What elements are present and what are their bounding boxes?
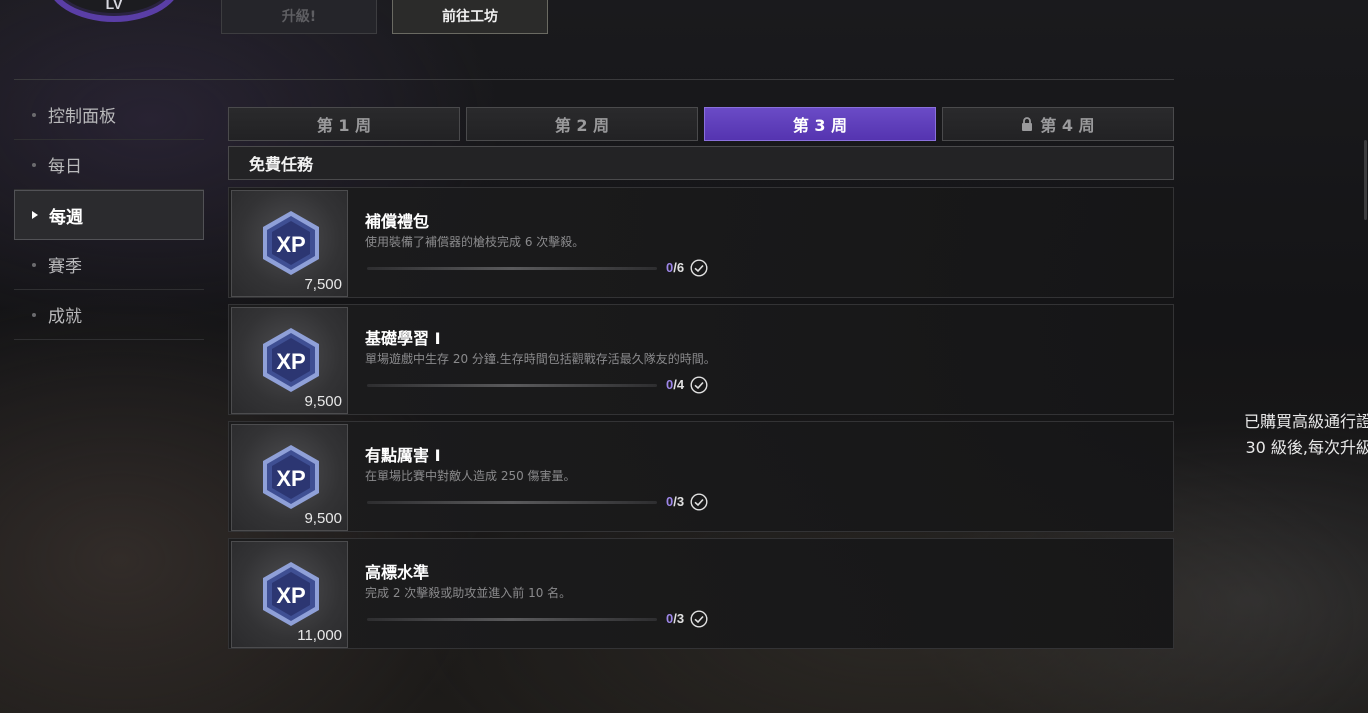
premium-pass-info: 已購買高級通行證 30 級後,每次升級 xyxy=(1232,409,1368,461)
progress-text: 0/3 xyxy=(666,494,684,509)
progress-total: /3 xyxy=(673,611,685,626)
tab-week-1[interactable]: 第 1 周 xyxy=(228,107,460,141)
svg-text:XP: XP xyxy=(276,232,305,257)
mission-card[interactable]: XP 9,500 基礎學習 I 單場遊戲中生存 20 分鐘.生存時間包括觀戰存活… xyxy=(228,304,1174,415)
progress-total: /6 xyxy=(673,260,685,275)
progress-text: 0/4 xyxy=(666,377,684,392)
premium-pass-info-line2: 30 級後,每次升級 xyxy=(1245,438,1368,457)
progress-bar xyxy=(367,501,657,504)
reward-box: XP 9,500 xyxy=(231,307,348,414)
sidebar-item-label: 每週 xyxy=(49,207,83,228)
progress-total: /3 xyxy=(673,494,685,509)
upgrade-button[interactable]: 升級! xyxy=(221,0,377,34)
header-divider xyxy=(14,79,1174,80)
mission-title: 有點厲害 I xyxy=(365,446,441,465)
premium-pass-info-line1: 已購買高級通行證 xyxy=(1243,412,1368,431)
tab-label: 第 4 周 xyxy=(1040,116,1095,135)
reward-amount: 9,500 xyxy=(304,393,342,410)
tab-label: 第 2 周 xyxy=(554,116,610,135)
xp-icon: XP xyxy=(263,445,319,509)
bullet-icon xyxy=(32,263,36,267)
mission-description: 在單場比賽中對敵人造成 250 傷害量。 xyxy=(365,469,576,483)
mission-card[interactable]: XP 7,500 補償禮包 使用裝備了補償器的槍枝完成 6 次擊殺。 0/6 xyxy=(228,187,1174,298)
section-title: 免費任務 xyxy=(249,155,314,174)
reward-box: XP 9,500 xyxy=(231,424,348,531)
reward-amount: 9,500 xyxy=(304,510,342,527)
sidebar-item-daily[interactable]: 每日 xyxy=(14,140,204,190)
reward-box: XP 11,000 xyxy=(231,541,348,648)
reward-amount: 7,500 xyxy=(304,276,342,293)
sidebar-item-dashboard[interactable]: 控制面板 xyxy=(14,90,204,140)
tab-label: 第 3 周 xyxy=(792,116,848,135)
check-circle-icon xyxy=(690,493,708,511)
section-header: 免費任務 xyxy=(228,146,1174,180)
xp-icon: XP xyxy=(263,328,319,392)
level-badge: LV xyxy=(46,0,182,22)
reward-box: XP 7,500 xyxy=(231,190,348,297)
lock-icon xyxy=(1022,117,1033,131)
progress-text: 0/6 xyxy=(666,260,684,275)
xp-icon: XP xyxy=(263,211,319,275)
sidebar-item-label: 控制面板 xyxy=(48,107,116,127)
mission-card[interactable]: XP 9,500 有點厲害 I 在單場比賽中對敵人造成 250 傷害量。 0/3 xyxy=(228,421,1174,532)
mission-card[interactable]: XP 11,000 高標水準 完成 2 次擊殺或助攻並進入前 10 名。 0/3 xyxy=(228,538,1174,649)
tab-week-4[interactable]: 第 4 周 xyxy=(942,107,1174,141)
sidebar-item-label: 賽季 xyxy=(48,257,82,277)
mission-description: 完成 2 次擊殺或助攻並進入前 10 名。 xyxy=(365,586,572,600)
progress-bar xyxy=(367,618,657,621)
check-circle-icon xyxy=(690,376,708,394)
bullet-icon xyxy=(32,113,36,117)
reward-amount: 11,000 xyxy=(297,627,342,644)
mission-title: 高標水準 xyxy=(365,563,430,582)
xp-icon: XP xyxy=(263,562,319,626)
progress-bar xyxy=(367,384,657,387)
bullet-icon xyxy=(32,313,36,317)
progress-text: 0/3 xyxy=(666,611,684,626)
sidebar-item-label: 成就 xyxy=(48,307,82,327)
tab-week-3[interactable]: 第 3 周 xyxy=(704,107,936,141)
mission-description: 單場遊戲中生存 20 分鐘.生存時間包括觀戰存活最久隊友的時間。 xyxy=(365,352,716,366)
sidebar-item-season[interactable]: 賽季 xyxy=(14,240,204,290)
svg-text:XP: XP xyxy=(276,583,305,608)
level-badge-label: LV xyxy=(105,0,123,12)
scrollbar[interactable] xyxy=(1364,140,1367,220)
bullet-icon xyxy=(32,163,36,167)
week-tabs: 第 1 周 第 2 周 第 3 周 第 4 周 xyxy=(228,107,1174,141)
svg-text:XP: XP xyxy=(276,466,305,491)
check-circle-icon xyxy=(690,259,708,277)
sidebar-item-label: 每日 xyxy=(48,157,82,177)
mission-title: 基礎學習 I xyxy=(365,329,441,348)
progress-total: /4 xyxy=(673,377,685,392)
sidebar-item-weekly[interactable]: 每週 xyxy=(14,190,204,240)
tab-week-2[interactable]: 第 2 周 xyxy=(466,107,698,141)
sidebar: 控制面板 每日 每週 賽季 成就 xyxy=(14,90,204,340)
mission-description: 使用裝備了補償器的槍枝完成 6 次擊殺。 xyxy=(365,235,585,249)
sidebar-item-achievements[interactable]: 成就 xyxy=(14,290,204,340)
mission-title: 補償禮包 xyxy=(365,212,430,231)
progress-bar xyxy=(367,267,657,270)
workshop-button[interactable]: 前往工坊 xyxy=(392,0,548,34)
tab-label: 第 1 周 xyxy=(316,116,372,135)
play-arrow-icon xyxy=(32,211,38,219)
check-circle-icon xyxy=(690,610,708,628)
svg-text:XP: XP xyxy=(276,349,305,374)
